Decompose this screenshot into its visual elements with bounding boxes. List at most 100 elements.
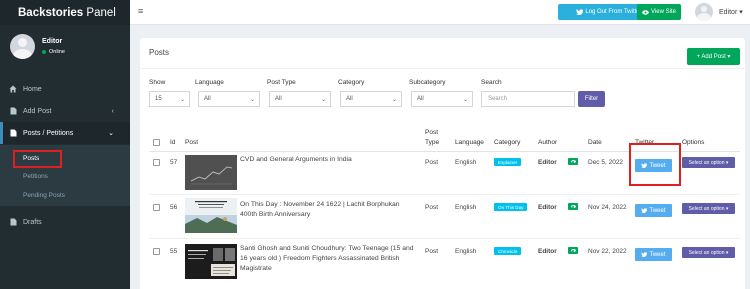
file-icon (9, 218, 17, 226)
highlight-box (13, 150, 62, 168)
options-select[interactable]: Select an option ▾ (682, 157, 735, 168)
show-select[interactable]: 15 ⌄ (149, 91, 190, 107)
col-author[interactable]: Author (538, 139, 557, 146)
row-type: Post (425, 204, 439, 211)
subcategory-select[interactable]: All ⌄ (411, 91, 473, 107)
row-id: 56 (170, 204, 178, 211)
chevron-down-icon: ⌄ (179, 96, 185, 103)
col-category[interactable]: Category (494, 139, 520, 146)
view-eye-icon[interactable] (568, 247, 578, 254)
row-checkbox[interactable] (153, 159, 160, 166)
category-label: Category (338, 79, 365, 86)
sidebar: Backstories Panel Editor Online Home Add… (0, 0, 130, 289)
twitter-bird-icon (641, 252, 648, 257)
header-avatar[interactable] (695, 3, 713, 21)
user-name: Editor (42, 38, 63, 45)
sidebar-item-label: Add Post (23, 107, 52, 115)
post-type-select[interactable]: All ⌄ (269, 91, 331, 107)
row-author: Editor (538, 159, 557, 166)
row-id: 57 (170, 159, 178, 166)
post-title[interactable]: Santi Ghosh and Suniti Choudhury: Two Te… (240, 244, 415, 274)
row-divider (149, 194, 740, 195)
sidebar-subitem-pending-posts[interactable]: Pending Posts (23, 192, 65, 199)
home-icon (9, 85, 17, 93)
highlight-box (629, 143, 681, 186)
page-title: Posts (149, 48, 170, 57)
language-label: Language (195, 79, 224, 86)
row-date: Dec 5, 2022 (588, 159, 624, 166)
search-label: Search (481, 79, 502, 86)
row-date: Nov 24, 2022 (588, 204, 627, 211)
tweet-button[interactable]: Tweet (635, 204, 672, 217)
brand-bold: Backstories (18, 6, 84, 19)
add-post-button[interactable]: + Add Post ▾ (687, 48, 740, 65)
twitter-bird-icon (576, 9, 584, 15)
row-type: Post (425, 248, 439, 255)
row-author: Editor (538, 204, 557, 211)
twitter-bird-icon (641, 208, 648, 213)
row-type: Post (425, 159, 439, 166)
row-language: English (455, 248, 477, 255)
sidebar-item-label: Home (23, 85, 42, 93)
brand-logo[interactable]: Backstories Panel (0, 0, 130, 25)
col-post-type-1[interactable]: Post (425, 129, 438, 136)
col-language[interactable]: Language (455, 139, 484, 146)
view-eye-icon[interactable] (568, 203, 578, 210)
row-checkbox[interactable] (153, 248, 160, 255)
post-thumbnail (185, 155, 237, 190)
category-badge: Explainer (494, 158, 522, 166)
file-icon (9, 107, 17, 115)
col-post[interactable]: Post (185, 139, 198, 146)
options-select[interactable]: Select an option ▾ (682, 247, 735, 258)
sidebar-item-posts-petitions[interactable]: Posts / Petitions ⌄ (0, 122, 130, 144)
filter-button[interactable]: Filter (578, 91, 605, 107)
subcategory-label: Subcategory (409, 79, 446, 86)
sidebar-item-label: Posts / Petitions (23, 129, 74, 137)
sidebar-item-drafts[interactable]: Drafts (0, 211, 130, 233)
row-divider (149, 238, 740, 239)
row-id: 55 (170, 248, 178, 255)
tweet-button[interactable]: Tweet (635, 248, 672, 261)
col-id[interactable]: Id (170, 139, 175, 146)
chevron-down-icon: ⌄ (249, 96, 255, 103)
search-input[interactable]: Search (481, 91, 575, 107)
chevron-left-icon: ‹ (111, 107, 114, 115)
header-user-menu[interactable]: Editor ▾ (719, 8, 743, 16)
row-checkbox[interactable] (153, 204, 160, 211)
chevron-down-icon: ⌄ (462, 96, 468, 103)
post-title[interactable]: CVD and General Arguments in India (240, 155, 415, 165)
col-options[interactable]: Options (682, 139, 704, 146)
col-date[interactable]: Date (588, 139, 602, 146)
category-select[interactable]: All ⌄ (340, 91, 402, 107)
post-type-label: Post Type (267, 79, 296, 86)
file-icon (9, 129, 17, 137)
row-date: Nov 22, 2022 (588, 248, 627, 255)
category-badge: On This Day (494, 203, 528, 211)
show-label: Show (149, 79, 166, 86)
brand-light: Panel (86, 6, 116, 19)
select-all-checkbox[interactable] (153, 139, 160, 146)
user-status: Online (42, 49, 65, 55)
post-title[interactable]: On This Day : November 24 1622 | Lachit … (240, 200, 415, 220)
sidebar-subitem-petitions[interactable]: Petitions (23, 173, 48, 180)
avatar (10, 34, 35, 59)
row-author: Editor (538, 248, 557, 255)
row-language: English (455, 159, 477, 166)
user-panel: Editor Online (0, 25, 130, 70)
menu-toggle-icon[interactable]: ≡ (138, 6, 143, 16)
view-eye-icon[interactable] (568, 158, 578, 165)
post-thumbnail (185, 198, 237, 233)
posts-panel: Posts + Add Post ▾ Show 15 ⌄ Language All… (140, 38, 745, 289)
divider (140, 68, 745, 69)
language-select[interactable]: All ⌄ (198, 91, 260, 107)
view-site-button[interactable]: View Site (637, 4, 681, 20)
options-select[interactable]: Select an option ▾ (682, 203, 735, 214)
sidebar-item-home[interactable]: Home (0, 78, 130, 100)
sidebar-item-label: Drafts (23, 218, 42, 226)
col-post-type-2[interactable]: Type (425, 139, 439, 146)
chevron-down-icon: ⌄ (108, 130, 114, 137)
online-dot-icon (42, 50, 46, 54)
chevron-down-icon: ⌄ (320, 96, 326, 103)
post-thumbnail (185, 244, 237, 279)
sidebar-item-add-post[interactable]: Add Post ‹ (0, 100, 130, 122)
